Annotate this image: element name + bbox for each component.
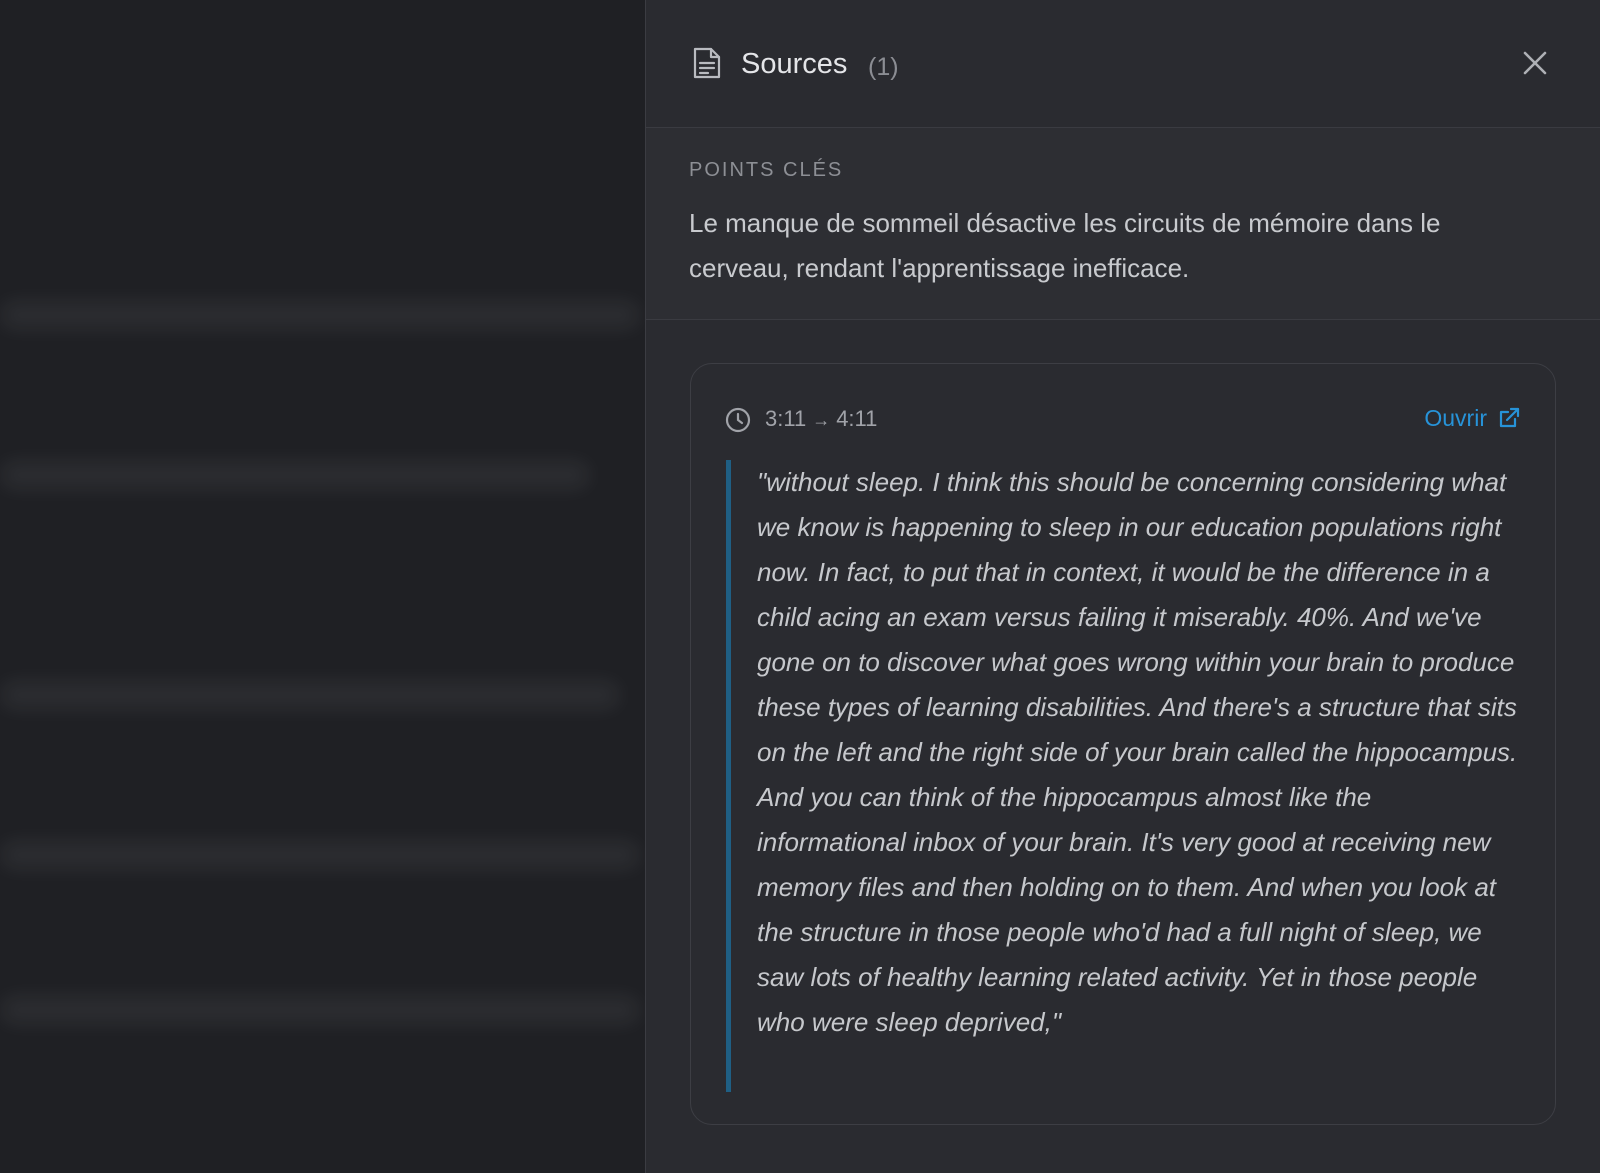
key-points-text: Le manque de sommeil désactive les circu… bbox=[689, 208, 1441, 283]
blurred-text-line bbox=[0, 460, 590, 490]
blurred-text-line bbox=[0, 300, 640, 330]
key-points-section: POINTS CLÉS Le manque de sommeil désacti… bbox=[646, 128, 1600, 320]
blurred-text-line bbox=[0, 840, 640, 870]
key-points-label: POINTS CLÉS bbox=[689, 159, 844, 181]
document-icon bbox=[693, 47, 721, 79]
open-source-link[interactable]: Ouvrir bbox=[1424, 402, 1521, 434]
panel-title: Sources bbox=[741, 48, 848, 80]
source-card: 3:11 → 4:11 Ouvrir "without sleep. I think… bbox=[690, 363, 1556, 1125]
sources-panel: Sources (1) POINTS CLÉS Le manque de som… bbox=[645, 0, 1600, 1173]
source-count: (1) bbox=[868, 53, 899, 81]
panel-header: Sources (1) bbox=[646, 0, 1600, 128]
clock-icon bbox=[725, 407, 751, 433]
external-link-icon bbox=[1499, 407, 1520, 428]
close-icon[interactable] bbox=[1518, 46, 1552, 80]
blurred-background-content bbox=[0, 0, 646, 1173]
timestamp-range: 3:11 → 4:11 bbox=[765, 404, 877, 435]
open-link-label: Ouvrir bbox=[1424, 405, 1487, 431]
time-start: 3:11 bbox=[765, 406, 807, 431]
blurred-text-line bbox=[0, 680, 620, 710]
time-end: 4:11 bbox=[836, 406, 878, 431]
quote-text: "without sleep. I think this should be c… bbox=[757, 467, 1518, 1037]
blurred-text-line bbox=[0, 995, 640, 1025]
source-quote: "without sleep. I think this should be c… bbox=[726, 460, 1526, 1092]
time-arrow: → bbox=[812, 410, 831, 430]
